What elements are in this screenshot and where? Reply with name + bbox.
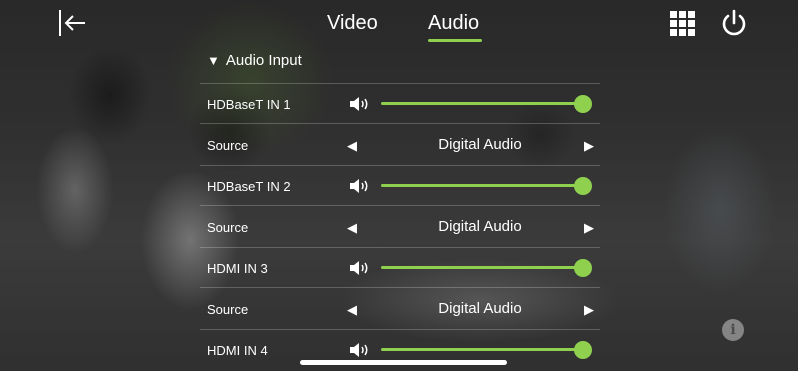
source-label: Source	[207, 302, 249, 317]
info-button[interactable]: i	[722, 319, 744, 341]
section-title: Audio Input	[225, 52, 302, 69]
source-value: Digital Audio	[438, 218, 522, 235]
slider-handle[interactable]	[574, 95, 592, 113]
slider-handle[interactable]	[574, 177, 592, 195]
home-indicator[interactable]	[300, 360, 507, 365]
source-next-arrow-icon[interactable]: ▶	[584, 302, 594, 318]
divider	[200, 329, 600, 330]
grid-menu-icon	[670, 11, 695, 36]
source-value: Digital Audio	[438, 136, 522, 153]
volume-slider[interactable]	[381, 177, 592, 195]
volume-icon[interactable]	[349, 260, 371, 276]
source-value: Digital Audio	[438, 300, 522, 317]
divider	[200, 165, 600, 166]
tab-video[interactable]: Video	[327, 12, 378, 35]
divider	[200, 83, 600, 84]
source-next-arrow-icon[interactable]: ▶	[584, 138, 594, 154]
input-label: HDMI IN 3	[207, 261, 268, 276]
audio-input-section-toggle[interactable]: ▼ Audio Input	[207, 52, 302, 72]
divider	[200, 247, 600, 248]
active-tab-indicator	[428, 39, 482, 42]
source-prev-arrow-icon[interactable]: ◀	[347, 220, 357, 236]
volume-slider[interactable]	[381, 95, 592, 113]
info-icon: i	[730, 322, 736, 338]
slider-handle[interactable]	[574, 341, 592, 359]
divider	[200, 205, 600, 206]
divider	[200, 123, 600, 124]
back-button[interactable]	[58, 8, 88, 38]
collapse-triangle-icon: ▼	[207, 53, 220, 68]
power-button[interactable]	[719, 8, 749, 38]
grid-menu-button[interactable]	[670, 11, 695, 36]
source-next-arrow-icon[interactable]: ▶	[584, 220, 594, 236]
input-label: HDBaseT IN 2	[207, 179, 291, 194]
input-label: HDBaseT IN 1	[207, 97, 291, 112]
source-label: Source	[207, 220, 249, 235]
input-label: HDMI IN 4	[207, 343, 268, 358]
volume-icon[interactable]	[349, 342, 371, 358]
volume-icon[interactable]	[349, 96, 371, 112]
slider-handle[interactable]	[574, 259, 592, 277]
back-arrow-icon	[59, 10, 85, 36]
power-icon	[722, 9, 746, 36]
volume-slider[interactable]	[381, 259, 592, 277]
divider	[200, 287, 600, 288]
source-prev-arrow-icon[interactable]: ◀	[347, 302, 357, 318]
source-label: Source	[207, 138, 249, 153]
tab-audio[interactable]: Audio	[428, 12, 479, 35]
volume-icon[interactable]	[349, 178, 371, 194]
source-prev-arrow-icon[interactable]: ◀	[347, 138, 357, 154]
volume-slider[interactable]	[381, 341, 592, 359]
